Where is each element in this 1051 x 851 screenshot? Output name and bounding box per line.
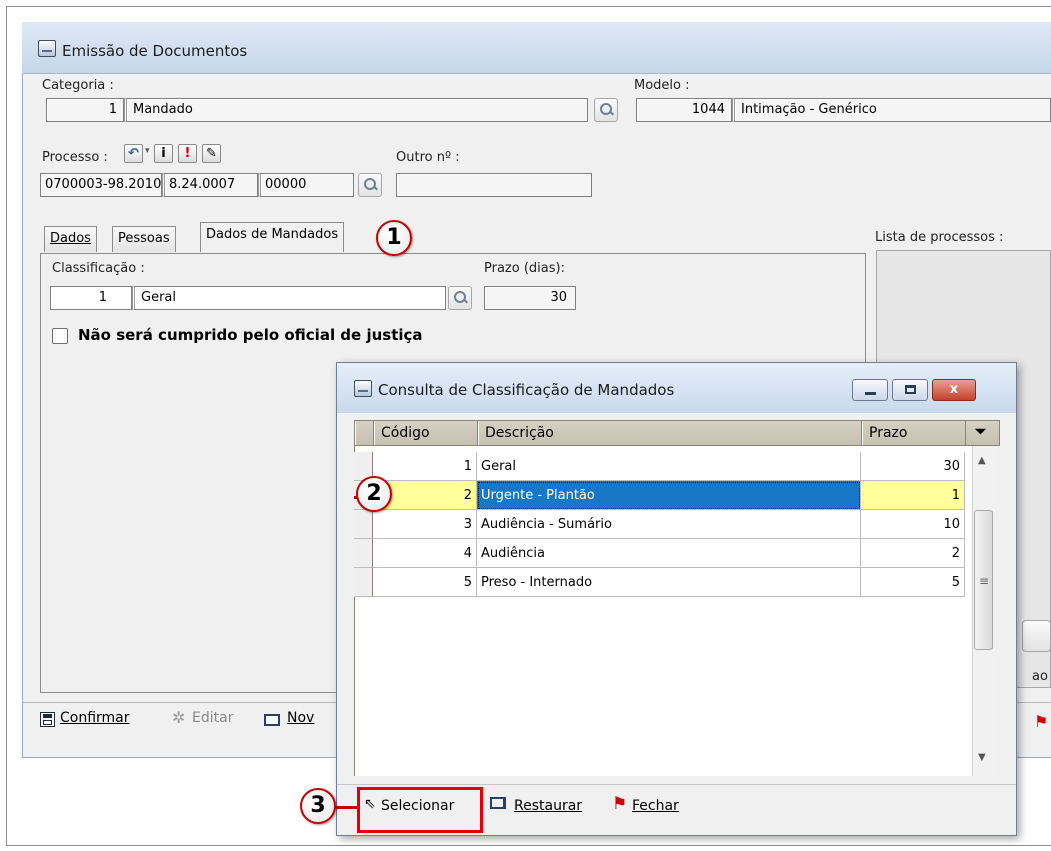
app-icon <box>38 40 56 57</box>
partial-text: ao re <box>1032 669 1051 684</box>
processo-suffix-field[interactable]: 00000 <box>258 173 354 197</box>
dialog-app-icon <box>354 380 372 397</box>
row-5-codigo[interactable]: 5 <box>373 568 477 597</box>
tab-dados[interactable]: Dados <box>44 226 97 252</box>
row-4-codigo[interactable]: 4 <box>373 539 477 568</box>
modelo-code-field[interactable]: 1044 <box>636 98 732 122</box>
row-1-descricao[interactable]: Geral <box>477 452 861 481</box>
tag-icon[interactable]: ✎ <box>202 144 221 163</box>
row-5-descricao[interactable]: Preso - Internado <box>477 568 861 597</box>
search-icon <box>448 286 472 310</box>
lista-action-button[interactable] <box>1022 620 1051 652</box>
maximize-icon <box>905 385 916 394</box>
fechar-label: Fechar <box>632 798 679 814</box>
row-indicator[interactable] <box>354 539 373 568</box>
selecionar-highlight <box>357 787 483 833</box>
callout-3: 3 <box>300 788 336 824</box>
row-4-descricao[interactable]: Audiência <box>477 539 861 568</box>
confirmar-label: Confirmar <box>60 710 130 726</box>
modelo-label: Modelo : <box>634 78 690 93</box>
processo-number-field[interactable]: 0700003-98.2010 <box>40 173 162 197</box>
alert-icon[interactable]: ! <box>178 144 197 163</box>
nao-cumprido-label: Não será cumprido pelo oficial de justiç… <box>78 326 423 344</box>
categoria-code-field[interactable]: 1 <box>46 98 124 122</box>
lista-processos-label: Lista de processos : <box>875 230 1004 245</box>
save-icon <box>40 712 55 727</box>
categoria-search-button[interactable] <box>594 98 618 122</box>
new-icon <box>264 714 280 726</box>
restaurar-label: Restaurar <box>514 798 583 814</box>
dialog-title: Consulta de Classificação de Mandados <box>378 381 675 399</box>
row-indicator[interactable] <box>354 568 373 597</box>
main-window-title: Emissão de Documentos <box>62 42 248 60</box>
row-2-descricao[interactable]: Urgente - Plantão <box>477 481 861 510</box>
tab-pessoas[interactable]: Pessoas <box>112 226 176 252</box>
close-icon: x <box>949 382 959 397</box>
undo-icon[interactable]: ↶ <box>124 144 143 163</box>
classificacao-search-button[interactable] <box>448 286 472 310</box>
processo-search-button[interactable] <box>358 173 382 197</box>
row-3-descricao[interactable]: Audiência - Sumário <box>477 510 861 539</box>
callout-2: 2 <box>356 476 392 512</box>
tab-dados-de-mandados-label: Dados de Mandados <box>206 227 339 242</box>
column-descricao[interactable]: Descrição <box>478 421 862 445</box>
restaurar-button[interactable]: Restaurar <box>514 798 582 814</box>
row-1-codigo[interactable]: 1 <box>373 452 477 481</box>
novo-button[interactable]: Nov <box>287 710 314 726</box>
row-4-prazo[interactable]: 2 <box>861 539 965 568</box>
scroll-up-icon[interactable]: ▲ <box>978 455 986 466</box>
callout-1: 1 <box>376 220 412 256</box>
row-2-prazo[interactable]: 1 <box>861 481 965 510</box>
grid-header: Código Descrição Prazo ⏷ <box>354 420 1000 446</box>
column-codigo[interactable]: Código <box>374 421 478 445</box>
processo-foro-field[interactable]: 8.24.0007 <box>162 173 258 197</box>
close-flag-icon[interactable]: ⚑ <box>1034 712 1048 731</box>
minimize-button[interactable] <box>852 379 888 401</box>
row-3-codigo[interactable]: 3 <box>373 510 477 539</box>
grid-header-indicator <box>355 421 374 445</box>
categoria-label: Categoria : <box>42 78 114 93</box>
column-prazo[interactable]: Prazo <box>862 421 966 445</box>
fechar-button[interactable]: Fechar <box>632 798 679 814</box>
close-button[interactable]: x <box>932 379 976 401</box>
processo-label: Processo : <box>42 150 108 165</box>
row-3-prazo[interactable]: 10 <box>861 510 965 539</box>
fechar-flag-icon: ⚑ <box>612 794 628 814</box>
editar-label: Editar <box>192 710 234 726</box>
prazo-label: Prazo (dias): <box>484 261 565 276</box>
editar-button[interactable]: Editar <box>192 710 233 726</box>
maximize-button[interactable] <box>892 379 928 401</box>
search-icon <box>358 173 382 197</box>
row-5-prazo[interactable]: 5 <box>861 568 965 597</box>
outro-label: Outro nº : <box>396 150 460 165</box>
minimize-icon <box>865 392 876 395</box>
row-1-prazo[interactable]: 30 <box>861 452 965 481</box>
restore-icon <box>490 797 506 809</box>
scroll-down-icon[interactable]: ▼ <box>978 752 986 763</box>
confirmar-button[interactable]: Confirmar <box>60 710 130 726</box>
nao-cumprido-checkbox[interactable] <box>52 328 68 344</box>
outro-numero-field[interactable] <box>396 173 592 197</box>
dropdown-arrow-icon[interactable]: ▾ <box>145 146 150 156</box>
tab-dados-de-mandados[interactable]: Dados de Mandados <box>200 222 345 252</box>
filter-icon[interactable]: ⏷ <box>975 424 986 440</box>
classificacao-code-field[interactable]: 1 <box>50 286 132 310</box>
edit-icon: ✲ <box>172 708 186 727</box>
categoria-name-field[interactable]: Mandado <box>124 98 588 122</box>
classificacao-label: Classificação : <box>52 261 145 276</box>
novo-label: Nov <box>287 710 315 726</box>
info-icon[interactable]: i <box>154 144 173 163</box>
row-indicator[interactable] <box>354 510 373 539</box>
prazo-field: 30 <box>484 286 576 310</box>
modelo-name-field[interactable]: Intimação - Genérico <box>732 98 1051 122</box>
grip-icon: ≡ <box>979 574 990 588</box>
tab-pessoas-label: Pessoas <box>118 231 170 246</box>
tab-dados-label: Dados <box>50 231 91 246</box>
classificacao-name-field[interactable]: Geral <box>132 286 446 310</box>
search-icon <box>594 98 618 122</box>
